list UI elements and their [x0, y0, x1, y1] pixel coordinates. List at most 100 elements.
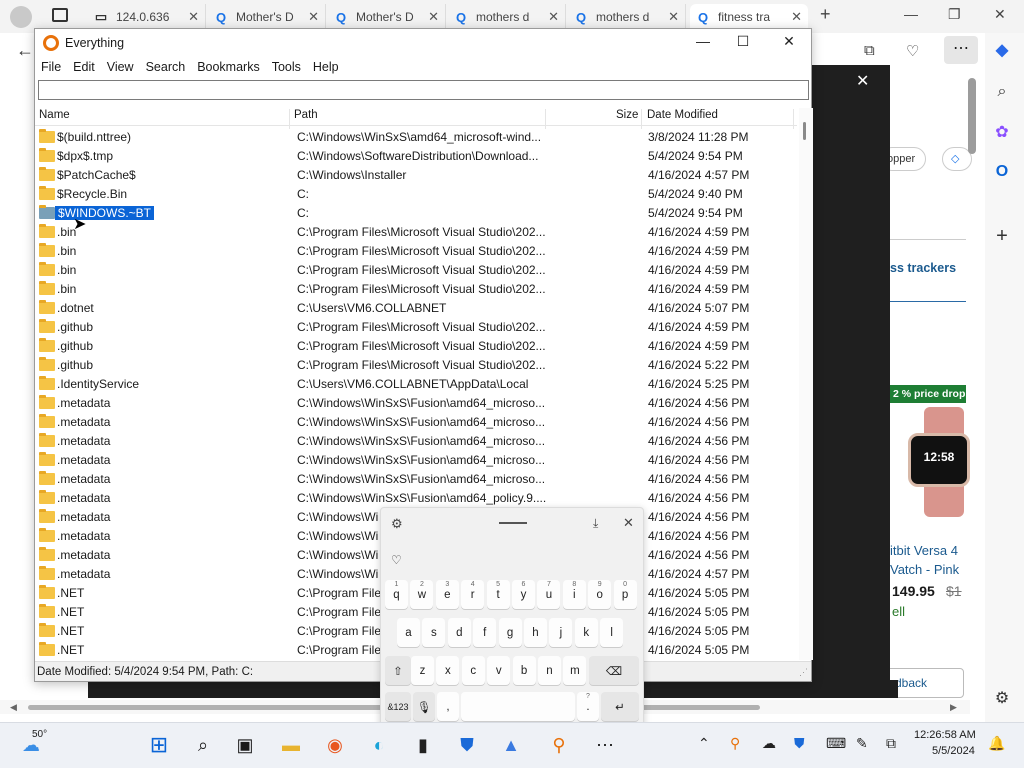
- close-browser-icon[interactable]: ✕: [994, 6, 1006, 23]
- tray-cloud-icon[interactable]: ☁: [762, 735, 776, 752]
- close-tab-icon[interactable]: ✕: [668, 9, 679, 25]
- tray-everything-icon[interactable]: ⚲: [730, 735, 740, 752]
- column-size[interactable]: Size: [616, 109, 638, 121]
- key-m[interactable]: m: [563, 656, 587, 685]
- key-s[interactable]: s: [422, 618, 446, 647]
- symbols-key[interactable]: &123: [385, 692, 411, 721]
- sidebar-apps-icon[interactable]: ✿: [990, 120, 1014, 144]
- column-divider[interactable]: [641, 109, 642, 129]
- table-row[interactable]: .metadata C:\Windows\WinSxS\Fusion\amd64_…: [35, 432, 797, 451]
- sidebar-settings-icon[interactable]: ⚙: [990, 686, 1014, 710]
- column-date[interactable]: Date Modified: [647, 109, 718, 121]
- table-row[interactable]: .metadata C:\Windows\WinSxS\Fusion\amd64_…: [35, 489, 797, 508]
- file-explorer-icon[interactable]: ▬: [278, 732, 304, 758]
- column-path[interactable]: Path: [294, 109, 318, 121]
- start-icon[interactable]: ⊞: [146, 732, 172, 758]
- column-divider[interactable]: [793, 109, 794, 129]
- profile-avatar[interactable]: [10, 6, 32, 28]
- column-divider[interactable]: [545, 109, 546, 129]
- back-icon[interactable]: ←: [16, 40, 34, 61]
- close-icon[interactable]: ✕: [779, 33, 799, 50]
- notification-bell-icon[interactable]: 🔔: [988, 735, 1005, 752]
- scroll-right-icon[interactable]: ▶: [950, 702, 957, 713]
- vertical-scrollbar[interactable]: [799, 108, 813, 660]
- table-row[interactable]: .metadata C:\Windows\WinSxS\Fusion\amd64_…: [35, 470, 797, 489]
- close-tab-icon[interactable]: ✕: [428, 9, 439, 25]
- heartbeat-icon[interactable]: ♡: [906, 42, 919, 60]
- table-row[interactable]: $(build.nttree) C:\Windows\WinSxS\amd64_m…: [35, 128, 797, 147]
- clock-time[interactable]: 12:26:58 AM: [914, 729, 976, 741]
- vertical-scroll-thumb[interactable]: [803, 122, 806, 140]
- key-i[interactable]: 8i: [562, 580, 586, 609]
- copilot-icon[interactable]: ◆: [990, 38, 1014, 62]
- table-row[interactable]: .bin C:\Program Files\Microsoft Visual St…: [35, 261, 797, 280]
- key-e[interactable]: 3e: [435, 580, 459, 609]
- close-overlay-icon[interactable]: ✕: [856, 71, 869, 91]
- close-tab-icon[interactable]: ✕: [548, 9, 559, 25]
- key-p[interactable]: 0p: [613, 580, 637, 609]
- backspace-key[interactable]: ⌫: [589, 656, 639, 685]
- table-row[interactable]: $WINDOWS.~BT C: 5/4/2024 9:54 PM: [35, 204, 797, 223]
- close-tab-icon[interactable]: ✕: [308, 9, 319, 25]
- table-row[interactable]: .metadata C:\Windows\WinSxS\Fusion\amd64_…: [35, 413, 797, 432]
- key-d[interactable]: d: [447, 618, 471, 647]
- key-o[interactable]: 9o: [588, 580, 612, 609]
- tray-keyboard-icon[interactable]: ⌨: [826, 735, 846, 752]
- weather-temp[interactable]: 50°: [32, 729, 47, 740]
- keyboard-dock-icon[interactable]: ⤓: [593, 516, 598, 531]
- product-title-1[interactable]: itbit Versa 4: [890, 543, 958, 558]
- new-tab-icon[interactable]: +: [820, 4, 831, 25]
- tab-mothers-4[interactable]: Q mothers d ✕: [568, 4, 686, 30]
- column-name[interactable]: Name: [39, 109, 70, 121]
- browser-toolbar-icon[interactable]: ⧉: [864, 42, 875, 59]
- key-c[interactable]: c: [461, 656, 485, 685]
- key-b[interactable]: b: [512, 656, 536, 685]
- key-t[interactable]: 5t: [486, 580, 510, 609]
- table-row[interactable]: .github C:\Program Files\Microsoft Visual…: [35, 318, 797, 337]
- product-title-2[interactable]: Vatch - Pink: [890, 562, 959, 577]
- key-q[interactable]: 1q: [385, 580, 408, 609]
- tab-mothers-3[interactable]: Q mothers d ✕: [448, 4, 566, 30]
- key-a[interactable]: a: [397, 618, 420, 647]
- menu-help[interactable]: Help: [307, 60, 345, 74]
- key-l[interactable]: l: [600, 618, 624, 647]
- table-row[interactable]: .bin C:\Program Files\Microsoft Visual St…: [35, 242, 797, 261]
- menu-edit[interactable]: Edit: [67, 60, 101, 74]
- maximize-icon[interactable]: ☐: [733, 33, 753, 50]
- tab-actions-icon[interactable]: [52, 8, 68, 22]
- more-apps-icon[interactable]: ⋯: [592, 732, 618, 758]
- tab-mothers-1[interactable]: Q Mother's D ✕: [208, 4, 326, 30]
- table-row[interactable]: .metadata C:\Windows\WinSxS\Fusion\amd64_…: [35, 394, 797, 413]
- menu-search[interactable]: Search: [140, 60, 192, 74]
- add-sidebar-icon[interactable]: +: [990, 224, 1014, 248]
- table-row[interactable]: .bin C:\Program Files\Microsoft Visual St…: [35, 223, 797, 242]
- key-x[interactable]: x: [436, 656, 460, 685]
- key-f[interactable]: f: [473, 618, 497, 647]
- minimize-browser-icon[interactable]: —: [904, 6, 918, 22]
- table-row[interactable]: .dotnet C:\Users\VM6.COLLABNET 4/16/2024 5…: [35, 299, 797, 318]
- edge-icon[interactable]: ◐: [366, 732, 392, 758]
- enter-key[interactable]: ↵: [601, 692, 639, 721]
- product-image[interactable]: 12:58: [902, 407, 970, 517]
- table-row[interactable]: .github C:\Program Files\Microsoft Visual…: [35, 356, 797, 375]
- page-scrollbar[interactable]: [968, 78, 976, 154]
- keyboard-drag-handle[interactable]: [499, 522, 527, 524]
- column-divider[interactable]: [289, 109, 290, 129]
- table-row[interactable]: .metadata C:\Windows\WinSxS\Fusion\amd64_…: [35, 451, 797, 470]
- key-g[interactable]: g: [498, 618, 522, 647]
- menu-tools[interactable]: Tools: [266, 60, 307, 74]
- key-h[interactable]: h: [524, 618, 547, 647]
- key-u[interactable]: 7u: [537, 580, 561, 609]
- microphone-key[interactable]: 🎙: [413, 692, 435, 721]
- everything-titlebar[interactable]: Everything — ☐ ✕: [35, 29, 811, 57]
- key-r[interactable]: 4r: [461, 580, 485, 609]
- table-row[interactable]: $Recycle.Bin C: 5/4/2024 9:40 PM: [35, 185, 797, 204]
- menu-view[interactable]: View: [101, 60, 140, 74]
- menu-bookmarks[interactable]: Bookmarks: [191, 60, 266, 74]
- table-row[interactable]: $dpx$.tmp C:\Windows\SoftwareDistribution…: [35, 147, 797, 166]
- tray-security-icon[interactable]: ⛊: [794, 735, 805, 752]
- search-taskbar-icon[interactable]: ⌕: [190, 732, 216, 758]
- emoji-icon[interactable]: ♡: [391, 553, 402, 567]
- space-key[interactable]: [461, 692, 575, 721]
- resize-grip-icon[interactable]: ⋰: [799, 667, 808, 678]
